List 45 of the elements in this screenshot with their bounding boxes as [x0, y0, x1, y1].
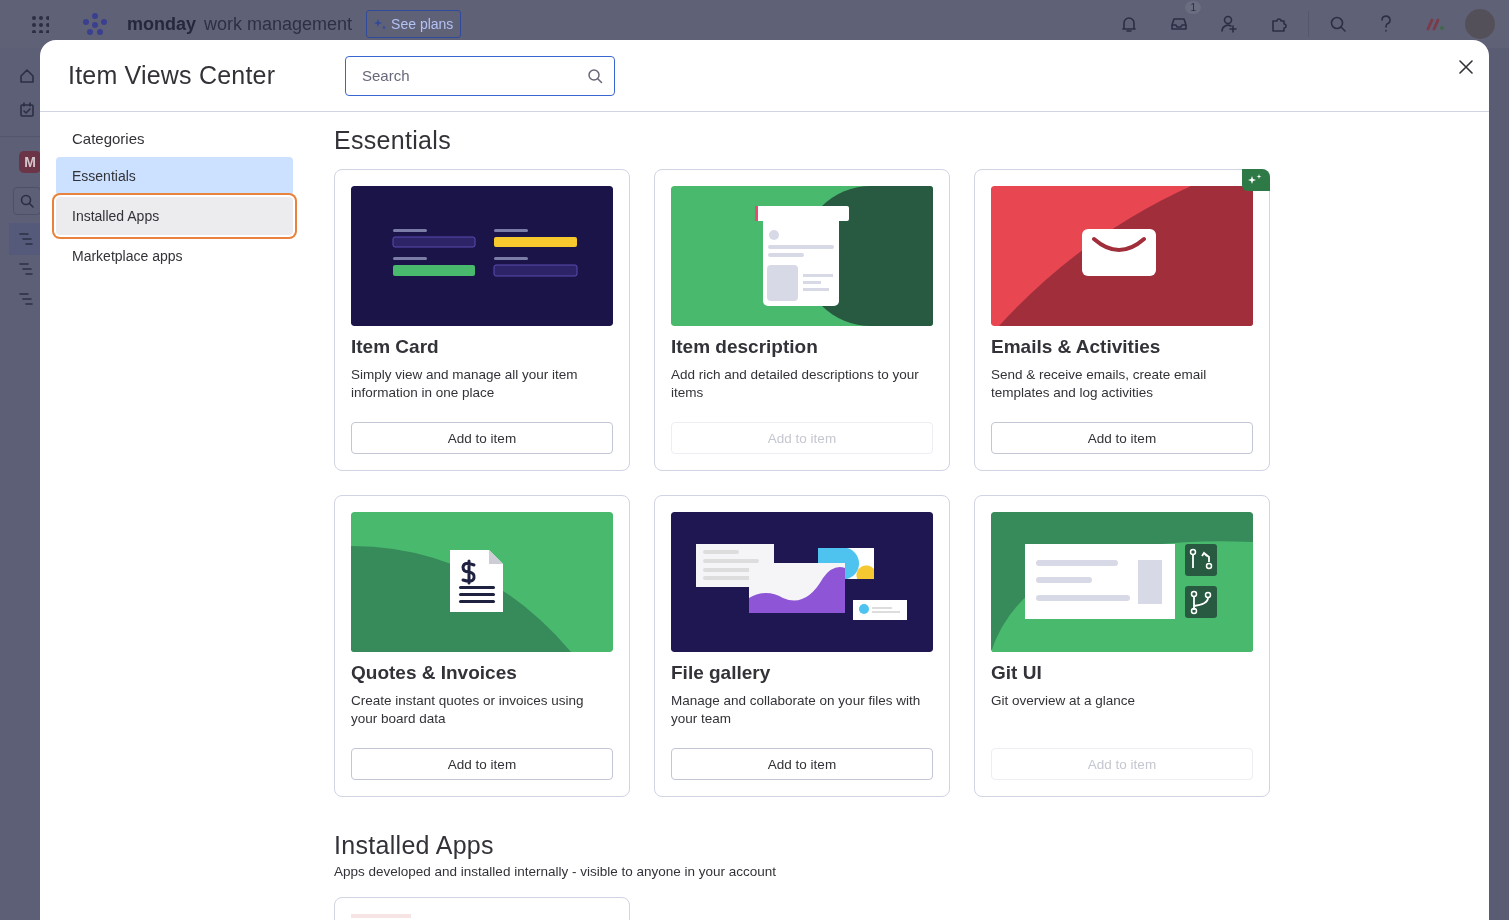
inbox-icon[interactable]: [1170, 15, 1188, 33]
brand-name: monday: [127, 13, 196, 35]
sidebar-heading: Categories: [71, 129, 146, 149]
card-description: Send & receive emails, create email templates and log activities: [991, 366, 1208, 402]
card-title: Item description: [671, 336, 819, 358]
help-icon[interactable]: [1379, 15, 1393, 33]
search-field[interactable]: Search: [345, 55, 615, 96]
category-item[interactable]: Essentials: [56, 157, 293, 195]
add-to-item-button[interactable]: Add to item: [991, 422, 1253, 454]
card-title: Git UI: [991, 662, 1043, 684]
calendar-check-icon[interactable]: [19, 102, 35, 118]
card-title: Emails & Activities: [991, 336, 1162, 358]
add-to-item-button[interactable]: Add to item: [351, 422, 613, 454]
board-icon[interactable]: [19, 293, 33, 305]
card-description: Manage and collaborate on your files with your team: [671, 692, 922, 728]
logo-icon: [81, 13, 109, 35]
invite-user-icon[interactable]: [1220, 15, 1238, 33]
section-title: Installed Apps: [334, 831, 495, 860]
add-to-item-button[interactable]: Add to item: [351, 748, 613, 780]
close-icon[interactable]: [1459, 59, 1473, 74]
card-title: Quotes & Invoices: [351, 662, 518, 684]
category-item[interactable]: Marketplace apps: [56, 237, 293, 275]
search-icon: [587, 67, 603, 84]
card-title: Item Card: [351, 336, 440, 358]
sparkle-icon: [374, 18, 387, 30]
card-description: Git overview at a glance: [991, 692, 1137, 710]
section-title: Essentials: [334, 126, 452, 155]
notification-count: 1: [1185, 1, 1201, 14]
workspace-avatar[interactable]: M: [19, 151, 41, 173]
card-title: File gallery: [671, 662, 772, 684]
board-icon[interactable]: [19, 263, 33, 275]
section-description: Apps developed and installed internally - visible to anyone in your account: [334, 864, 778, 879]
card-description: Create instant quotes or invoices using your board data: [351, 692, 585, 728]
search-icon: [20, 194, 34, 208]
card-description: Simply view and manage all your item information in one place: [351, 366, 579, 402]
avatar[interactable]: [1465, 9, 1495, 39]
bell-icon[interactable]: [1120, 15, 1138, 33]
apps-grid-icon[interactable]: [31, 15, 49, 33]
logo-mark-icon: [1425, 17, 1445, 31]
home-icon[interactable]: [19, 68, 35, 84]
search-icon[interactable]: [1329, 15, 1347, 33]
dialog-title: Item Views Center: [68, 61, 277, 90]
puzzle-icon[interactable]: [1270, 15, 1288, 33]
add-to-item-button[interactable]: Add to item: [671, 748, 933, 780]
card-description: Add rich and detailed descriptions to your items: [671, 366, 920, 402]
